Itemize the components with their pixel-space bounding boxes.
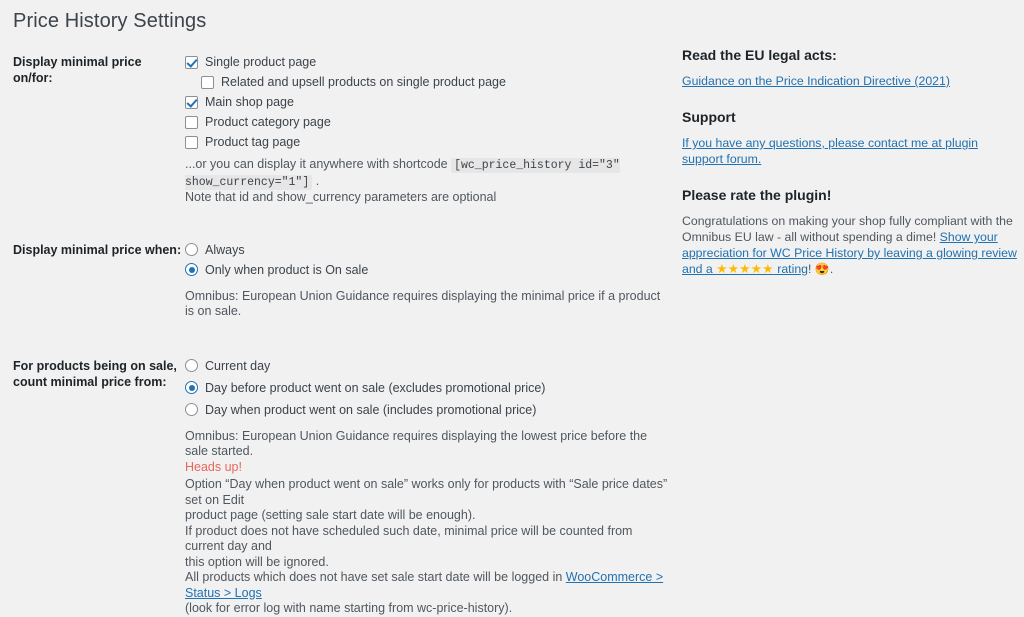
checkbox-option-product-category-page[interactable]: Product category page <box>185 112 668 132</box>
settings-row-display-when: Display minimal price when: Always Only … <box>13 240 668 320</box>
sidebar-heading-support: Support <box>682 109 736 125</box>
sidebar: Read the EU legal acts: Guidance on the … <box>682 46 1017 277</box>
radio-option-current-day[interactable]: Current day <box>185 356 668 376</box>
rate-text-post: ! <box>808 262 815 276</box>
rate-text-end: . <box>829 262 834 276</box>
checkbox-option-product-tag-page[interactable]: Product tag page <box>185 132 668 152</box>
note-line-1: Option “Day when product went on sale” w… <box>185 477 668 507</box>
radio-option-only-on-sale[interactable]: Only when product is On sale <box>185 260 668 280</box>
settings-row-display-on-for: Display minimal price on/for: Single pro… <box>13 52 668 206</box>
count-from-description: Omnibus: European Union Guidance require… <box>185 428 648 459</box>
sidebar-link-price-indication-directive[interactable]: Guidance on the Price Indication Directi… <box>682 73 1017 89</box>
checkbox-icon-single-product-page[interactable] <box>185 55 198 69</box>
row-label-count-from: For products being on sale, count minima… <box>13 356 183 390</box>
review-link-text-part2: rating <box>773 262 809 276</box>
checkbox-icon-main-shop-page[interactable] <box>185 95 198 109</box>
five-stars-icon: ★★★★★ <box>716 262 774 276</box>
heads-up-warning: Heads up! <box>185 459 242 474</box>
checkbox-label-main-shop-page: Main shop page <box>205 95 294 109</box>
page-title: Price History Settings <box>13 10 207 32</box>
radio-icon-day-when-sale[interactable] <box>185 403 198 416</box>
radio-option-day-before-sale[interactable]: Day before product went on sale (exclude… <box>185 378 668 398</box>
shortcode-help-suffix: . <box>312 173 320 188</box>
checkbox-option-single-product-page[interactable]: Single product page <box>185 52 668 72</box>
shortcode-help-text: ...or you can display it anywhere with s… <box>185 157 668 206</box>
checkbox-icon-product-tag-page[interactable] <box>185 135 198 149</box>
note-line-4: this option will be ignored. <box>185 554 329 569</box>
checkbox-option-main-shop-page[interactable]: Main shop page <box>185 92 668 112</box>
settings-page: Price History Settings Display minimal p… <box>0 0 1024 615</box>
checkbox-label-product-category-page: Product category page <box>205 115 331 129</box>
note-line-5-text: All products which does not have set sal… <box>185 570 566 584</box>
sidebar-link-support-forum[interactable]: If you have any questions, please contac… <box>682 135 1017 167</box>
radio-icon-day-before-sale[interactable] <box>185 381 198 394</box>
heart-eyes-emoji-icon: 😍 <box>814 262 830 276</box>
row-label-text: Display minimal price when: <box>13 242 182 257</box>
row-label-text: Display minimal price on/for: <box>13 55 142 85</box>
settings-row-count-from: For products being on sale, count minima… <box>13 356 668 617</box>
row-label-display-on-for: Display minimal price on/for: <box>13 52 183 86</box>
shortcode-help-prefix: ...or you can display it anywhere with s… <box>185 157 452 171</box>
checkbox-icon-related-upsell[interactable] <box>201 75 214 89</box>
row-label-text-line2: count minimal price from: <box>13 374 167 389</box>
note-line-5: All products which does not have set sal… <box>185 570 668 601</box>
checkbox-label-single-product-page: Single product page <box>205 55 317 69</box>
sidebar-heading-rate-plugin: Please rate the plugin! <box>682 187 832 203</box>
row-label-text-line1: For products being on sale, <box>13 358 177 373</box>
row-field-display-on-for: Single product page Related and upsell p… <box>183 52 668 206</box>
checkbox-label-product-tag-page: Product tag page <box>205 135 301 149</box>
note-line-2: product page (setting sale start date wi… <box>185 508 476 522</box>
radio-icon-only-on-sale[interactable] <box>185 263 198 276</box>
display-when-description: Omnibus: European Union Guidance require… <box>185 288 661 319</box>
checkbox-label-related-upsell: Related and upsell products on single pr… <box>221 75 506 89</box>
radio-label-day-when-sale: Day when product went on sale (includes … <box>205 402 537 417</box>
count-from-note: Option “Day when product went on sale” w… <box>185 477 668 617</box>
shortcode-note: Note that id and show_currency parameter… <box>185 190 497 204</box>
radio-label-only-on-sale: Only when product is On sale <box>205 262 369 277</box>
note-line-3: If product does not have scheduled such … <box>185 523 633 554</box>
radio-icon-current-day[interactable] <box>185 359 198 372</box>
radio-label-current-day: Current day <box>205 358 271 373</box>
radio-label-always: Always <box>205 242 245 257</box>
sidebar-rate-paragraph: Congratulations on making your shop full… <box>682 213 1017 277</box>
radio-option-always[interactable]: Always <box>185 240 668 260</box>
note-line-6: (look for error log with name starting f… <box>185 601 513 615</box>
radio-icon-always[interactable] <box>185 243 198 256</box>
radio-option-day-when-sale[interactable]: Day when product went on sale (includes … <box>185 400 668 420</box>
row-field-display-when: Always Only when product is On sale Omni… <box>183 240 668 320</box>
checkbox-option-related-upsell[interactable]: Related and upsell products on single pr… <box>185 72 668 92</box>
sidebar-heading-legal-acts: Read the EU legal acts: <box>682 47 837 63</box>
row-field-count-from: Current day Day before product went on s… <box>183 356 668 617</box>
checkbox-icon-product-category-page[interactable] <box>185 115 198 129</box>
radio-label-day-before-sale: Day before product went on sale (exclude… <box>205 380 546 395</box>
row-label-display-when: Display minimal price when: <box>13 240 183 258</box>
settings-form-table: Display minimal price on/for: Single pro… <box>13 52 668 617</box>
